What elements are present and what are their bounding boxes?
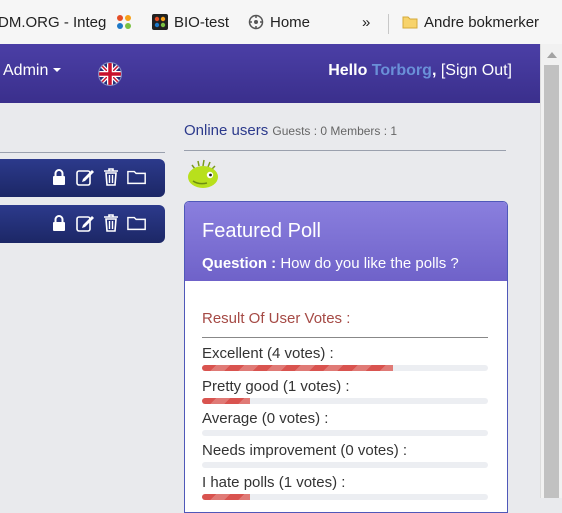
joomla-icon: [152, 14, 168, 30]
poll-option: I hate polls (1 votes) :: [202, 474, 488, 500]
bookmark-label: Home: [270, 14, 311, 31]
left-divider: [0, 152, 165, 153]
gear-icon: [248, 14, 264, 30]
admin-menu[interactable]: Admin: [3, 62, 62, 80]
poll-result-title: Result Of User Votes :: [202, 310, 351, 327]
poll-question: Question : How do you like the polls ?: [202, 255, 459, 272]
poll-title: Featured Poll: [202, 220, 321, 242]
folder-icon[interactable]: [127, 167, 147, 187]
uk-flag-icon[interactable]: [98, 62, 122, 86]
poll-option-label: I hate polls (1 votes) :: [202, 474, 346, 491]
other-bookmarks-folder[interactable]: Andre bokmerker: [402, 14, 539, 31]
poll-progress-track: [202, 430, 488, 436]
greeting-comma: ,: [431, 62, 437, 79]
online-users-title: Online users: [184, 122, 269, 139]
poll-progress-track: [202, 462, 488, 468]
folder-icon[interactable]: [127, 213, 147, 233]
sign-out-link[interactable]: [Sign Out]: [441, 62, 512, 79]
trash-icon[interactable]: [101, 167, 121, 187]
bookmark-item[interactable]: [116, 14, 138, 31]
scroll-up-arrow-icon[interactable]: [547, 52, 557, 58]
poll-option-label: Average (0 votes) :: [202, 410, 329, 427]
poll-progress-track: [202, 494, 488, 500]
poll-progress-fill: [202, 365, 393, 371]
trash-icon[interactable]: [101, 213, 121, 233]
bookmark-label: BIO-test: [174, 14, 230, 31]
featured-poll: Featured Poll Question : How do you like…: [184, 201, 508, 513]
online-users-heading: Online users Guests : 0 Members : 1: [184, 122, 397, 139]
bookmark-label: DM.ORG - Integ: [0, 14, 107, 31]
lock-icon[interactable]: [49, 213, 69, 233]
bookmark-separator: [388, 14, 389, 34]
poll-progress-track: [202, 365, 488, 371]
user-avatar-icon[interactable]: [186, 157, 220, 191]
edit-icon[interactable]: [75, 213, 95, 233]
poll-progress-fill: [202, 398, 250, 404]
bookmark-item[interactable]: Home: [248, 14, 310, 31]
bookmarks-overflow-button[interactable]: »: [362, 14, 370, 31]
caret-down-icon: [53, 68, 62, 72]
category-row: [0, 159, 165, 197]
admin-menu-label: Admin: [3, 62, 49, 79]
username-link[interactable]: Torborg: [372, 62, 432, 79]
poll-progress-fill: [202, 494, 250, 500]
category-row: [0, 205, 165, 243]
lock-icon[interactable]: [49, 167, 69, 187]
poll-option: Needs improvement (0 votes) :: [202, 442, 488, 468]
poll-option-label: Pretty good (1 votes) :: [202, 378, 350, 395]
scrollbar-thumb[interactable]: [544, 65, 559, 498]
poll-header: Featured Poll Question : How do you like…: [185, 202, 507, 281]
poll-result-divider: [202, 337, 488, 338]
page-scrollbar[interactable]: [540, 44, 562, 498]
poll-question-label: Question :: [202, 255, 277, 272]
poll-option: Average (0 votes) :: [202, 410, 488, 436]
bookmarks-bar: DM.ORG - Integ BIO-test Home » Andre bok…: [0, 0, 562, 45]
hello-label: Hello: [328, 62, 368, 79]
poll-option: Pretty good (1 votes) :: [202, 378, 488, 404]
edit-icon[interactable]: [75, 167, 95, 187]
bookmark-item[interactable]: DM.ORG - Integ: [0, 14, 106, 31]
folder-icon: [402, 14, 418, 30]
poll-question-text: How do you like the polls ?: [280, 255, 459, 272]
poll-option-label: Needs improvement (0 votes) :: [202, 442, 408, 459]
joomla-icon: [116, 14, 132, 30]
online-users-divider: [184, 150, 506, 151]
online-users-stats: Guests : 0 Members : 1: [272, 124, 398, 138]
poll-progress-track: [202, 398, 488, 404]
poll-option: Excellent (4 votes) :: [202, 345, 488, 371]
user-greeting: Hello Torborg, [Sign Out]: [328, 62, 512, 80]
other-bookmarks-label: Andre bokmerker: [424, 14, 540, 31]
bookmark-item[interactable]: BIO-test: [152, 14, 229, 31]
poll-option-label: Excellent (4 votes) :: [202, 345, 334, 362]
site-header: Admin Hello Torborg, [Sign Out]: [0, 44, 540, 103]
